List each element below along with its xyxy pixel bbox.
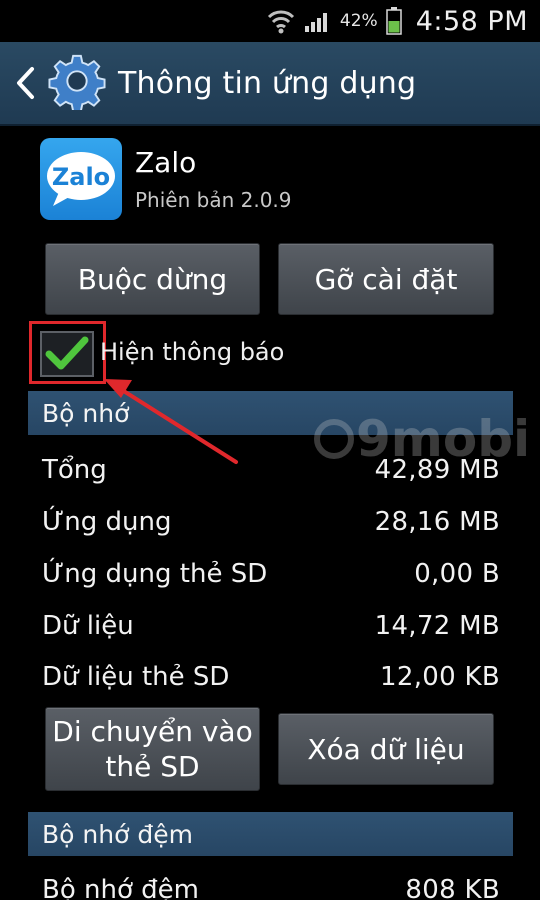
- clock: 4:58 PM: [415, 5, 528, 37]
- logo-text: Zalo: [52, 163, 110, 191]
- row-value: 42,89 MB: [374, 455, 500, 485]
- row-label: Ứng dụng: [42, 507, 172, 537]
- row-value: 808 KB: [405, 875, 500, 900]
- row-value: 12,00 KB: [380, 662, 500, 692]
- row-label: Dữ liệu: [42, 611, 134, 641]
- settings-gear-icon[interactable]: [46, 52, 106, 114]
- highlight-box: [29, 321, 106, 384]
- show-notifications-label[interactable]: Hiện thông báo: [100, 338, 284, 366]
- storage-row-app-sd: Ứng dụng thẻ SD 0,00 B: [42, 554, 500, 594]
- row-value: 28,16 MB: [374, 507, 500, 537]
- row-label: Dữ liệu thẻ SD: [42, 662, 230, 692]
- storage-row-data: Dữ liệu 14,72 MB: [42, 606, 500, 646]
- row-value: 14,72 MB: [374, 611, 500, 641]
- uninstall-button[interactable]: Gỡ cài đặt: [278, 243, 494, 315]
- storage-row-data-sd: Dữ liệu thẻ SD 12,00 KB: [42, 657, 500, 697]
- force-stop-button[interactable]: Buộc dừng: [45, 243, 260, 315]
- storage-row-total: Tổng 42,89 MB: [42, 450, 500, 490]
- row-label: Ứng dụng thẻ SD: [42, 559, 268, 589]
- move-to-sd-label-line1: Di chuyển vào: [52, 715, 253, 748]
- wifi-icon: [266, 8, 296, 34]
- back-arrow-icon[interactable]: [6, 41, 46, 125]
- cache-row: Bộ nhớ đệm 808 KB: [42, 870, 500, 900]
- battery-icon: [385, 7, 402, 35]
- status-bar: 42% 4:58 PM: [0, 0, 540, 42]
- storage-row-app: Ứng dụng 28,16 MB: [42, 502, 500, 542]
- zalo-app-icon: Zalo: [40, 138, 122, 220]
- app-name: Zalo: [135, 146, 197, 179]
- app-version: Phiên bản 2.0.9: [135, 188, 292, 212]
- row-label: Tổng: [42, 455, 107, 485]
- row-value: 0,00 B: [414, 559, 500, 589]
- action-bar: Thông tin ứng dụng: [0, 42, 540, 126]
- cache-section-header: Bộ nhớ đệm: [28, 812, 513, 856]
- signal-icon: [304, 9, 332, 33]
- move-to-sd-label-line2: thẻ SD: [105, 750, 200, 783]
- page-title: Thông tin ứng dụng: [118, 65, 417, 101]
- battery-percent: 42%: [339, 11, 378, 31]
- clear-data-button[interactable]: Xóa dữ liệu: [278, 713, 494, 785]
- row-label: Bộ nhớ đệm: [42, 875, 199, 900]
- move-to-sd-button[interactable]: Di chuyển vào thẻ SD: [45, 707, 260, 791]
